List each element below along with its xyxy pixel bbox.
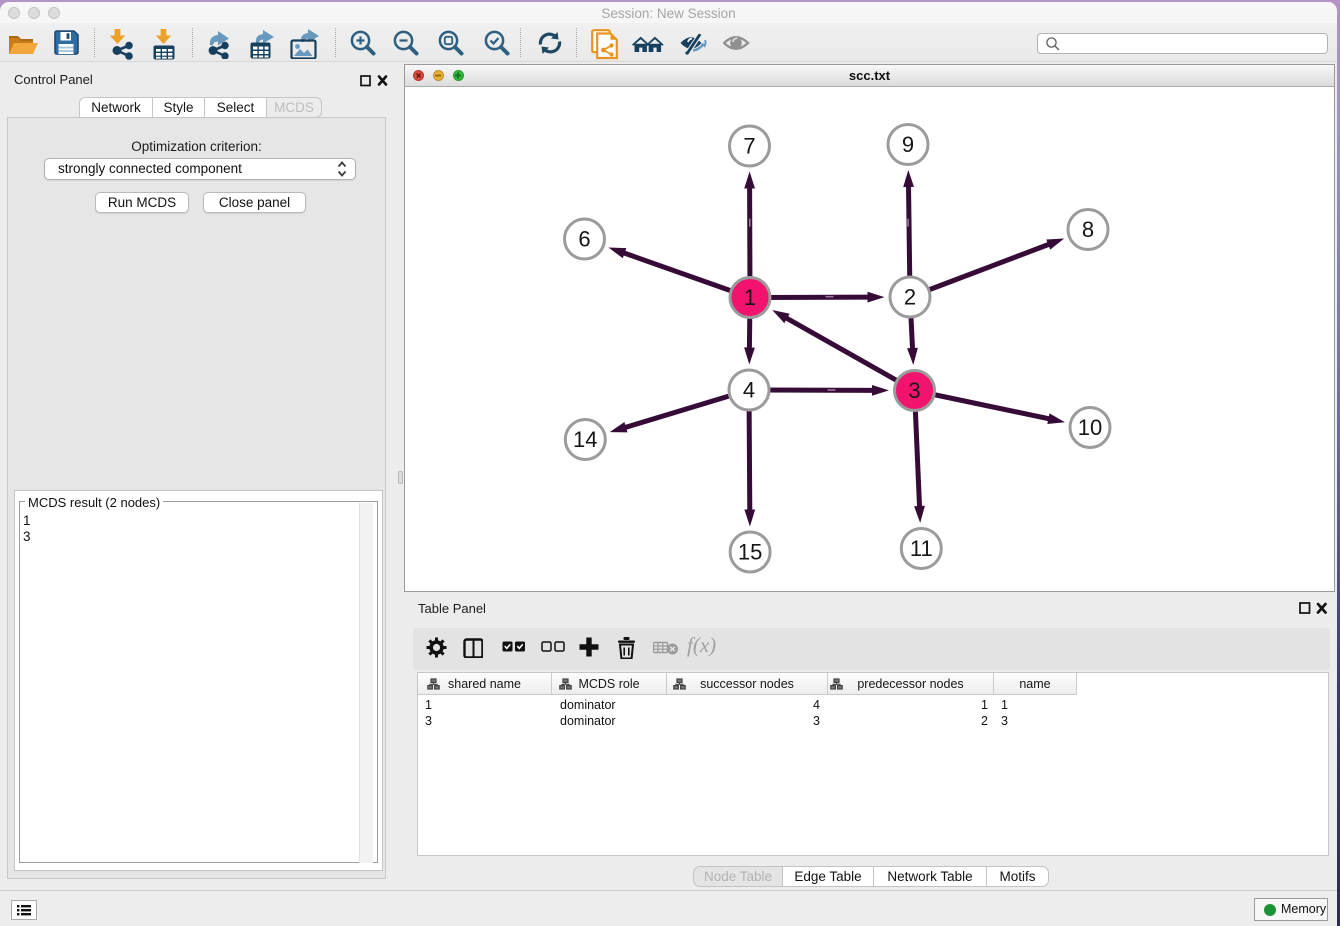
svg-text:15: 15 (738, 540, 762, 565)
svg-text:10: 10 (1078, 415, 1102, 440)
svg-text:9: 9 (902, 132, 914, 157)
svg-text:6: 6 (578, 227, 590, 252)
svg-text:3: 3 (908, 378, 920, 403)
svg-text:7: 7 (743, 134, 755, 159)
svg-text:11: 11 (910, 536, 933, 561)
svg-text:14: 14 (573, 427, 597, 452)
svg-text:8: 8 (1082, 217, 1094, 242)
svg-text:2: 2 (904, 285, 916, 310)
svg-text:4: 4 (743, 378, 755, 403)
svg-text:1: 1 (744, 285, 756, 310)
